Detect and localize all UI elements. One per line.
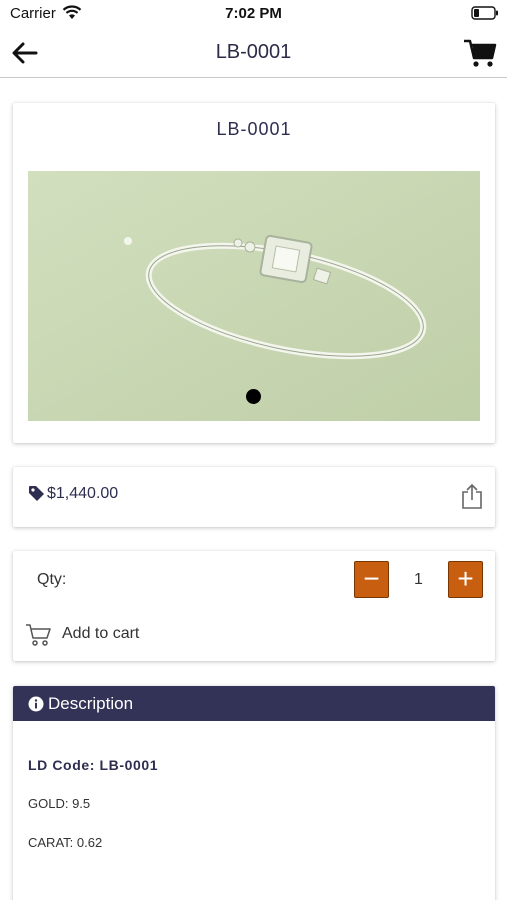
carousel-dot[interactable] (246, 389, 261, 404)
battery-icon (471, 6, 499, 25)
add-to-cart-icon[interactable] (25, 623, 51, 652)
quantity-value: 1 (414, 571, 423, 588)
add-to-cart-button[interactable]: Add to cart (62, 625, 139, 643)
product-card: LB-0001 (13, 103, 495, 443)
product-title: LB-0001 (216, 119, 292, 139)
price-card: $1,440.00 (13, 467, 495, 527)
quantity-label: Qty: (37, 571, 67, 588)
description-header[interactable]: Description (13, 686, 495, 721)
quantity-card: Qty: − 1 + Add to cart (13, 551, 495, 661)
nav-bar: LB-0001 (0, 28, 507, 78)
price-value: $1,440.00 (47, 485, 119, 502)
status-time: 7:02 PM (225, 5, 282, 22)
carat-text: CARAT: 0.62 (28, 835, 103, 850)
shopping-cart-icon[interactable] (463, 36, 497, 70)
ld-code-text: LD Code: LB-0001 (28, 757, 159, 773)
status-bar: Carrier 7:02 PM (0, 0, 507, 28)
info-icon (28, 696, 44, 717)
increase-quantity-button[interactable]: + (448, 561, 483, 598)
description-card: Description LD Code: LB-0001 GOLD: 9.5 C… (13, 686, 495, 900)
share-icon[interactable] (461, 483, 483, 515)
description-title: Description (48, 694, 134, 713)
page-title: LB-0001 (215, 41, 292, 63)
gold-text: GOLD: 9.5 (28, 796, 91, 811)
price-tag-icon (28, 485, 45, 507)
decrease-quantity-button[interactable]: − (354, 561, 389, 598)
bracelet-image[interactable] (28, 171, 480, 421)
